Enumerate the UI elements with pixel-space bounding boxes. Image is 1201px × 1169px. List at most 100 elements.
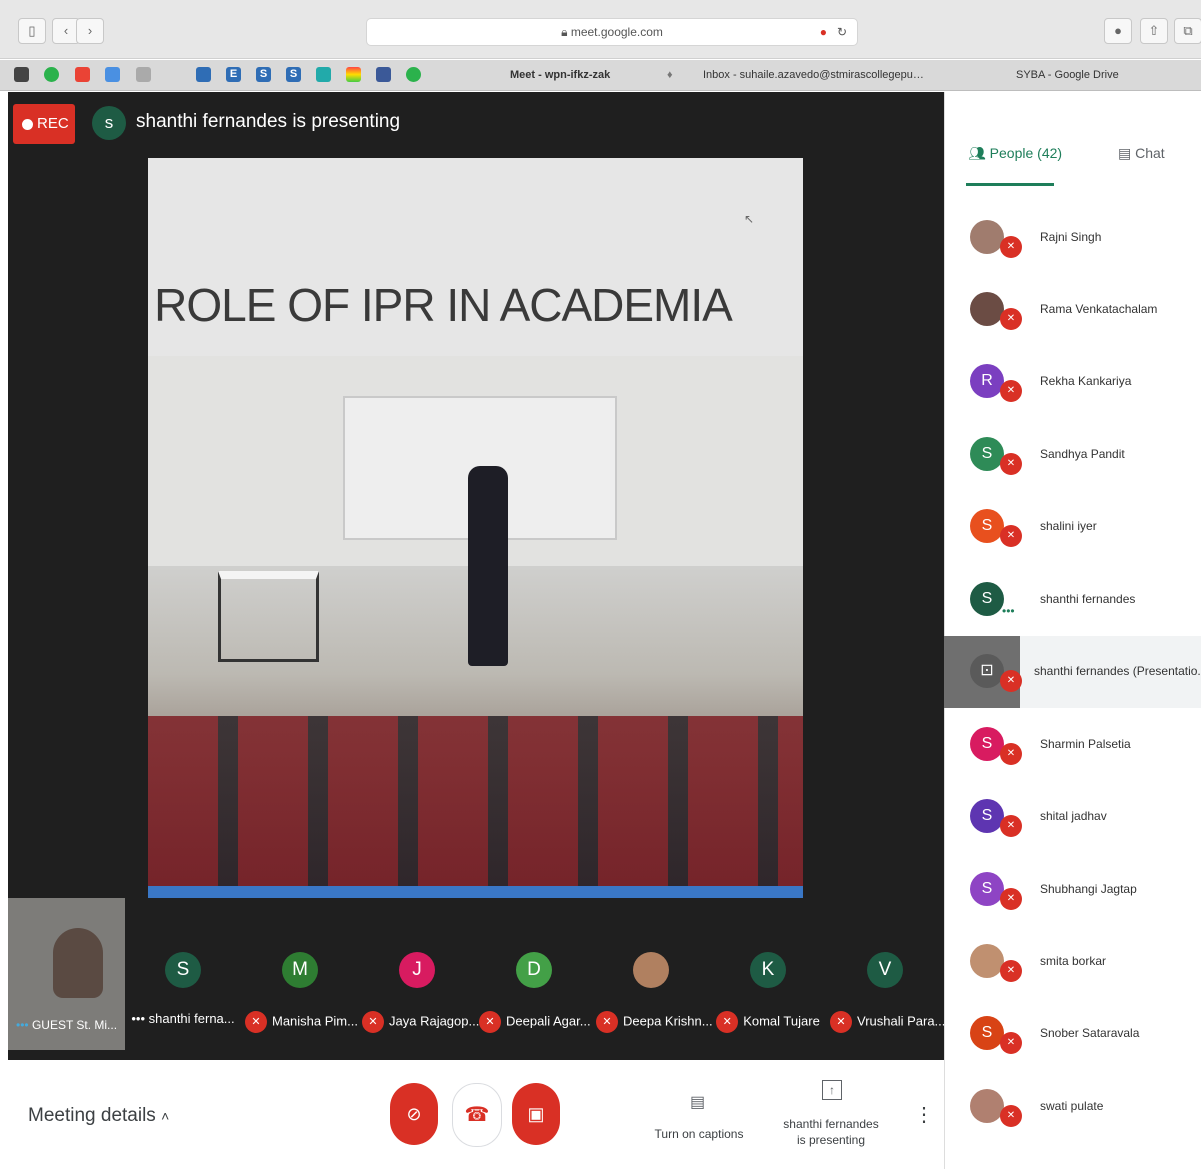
presentation-slide: ROLE OF IPR IN ACADEMIA xyxy=(148,158,803,898)
active-tab-indicator xyxy=(966,183,1054,186)
participant-name: Snober Sataravala xyxy=(1040,1026,1140,1040)
mic-off-icon: ✕ xyxy=(1000,743,1022,765)
hang-up-icon: ☎ xyxy=(464,1104,490,1126)
participant-tile[interactable]: K ✕ Komal Tujare xyxy=(713,952,823,1033)
meeting-details-button[interactable]: Meeting details ˄ xyxy=(28,1105,169,1127)
tab-people[interactable]: 👥︎ People (42) xyxy=(968,145,1062,162)
participant-name: Sharmin Palsetia xyxy=(1040,737,1131,751)
bookmark-icon[interactable] xyxy=(136,67,151,82)
share-icon[interactable]: ⇧ xyxy=(1140,18,1168,44)
participant-avatar: D xyxy=(516,952,552,988)
participant-tile[interactable]: M ✕ Manisha Pim... xyxy=(245,952,358,1033)
people-list-item[interactable]: ✕ Rama Venkatachalam xyxy=(944,274,1201,346)
participant-photo-avatar xyxy=(970,944,1004,978)
people-list-item[interactable]: S ••• shanthi fernandes xyxy=(944,564,1201,636)
people-list-item[interactable]: ✕ smita borkar xyxy=(944,926,1201,998)
people-icon: 👥︎ xyxy=(968,145,990,161)
mic-active-icon: ● xyxy=(819,25,827,39)
gmail-icon[interactable] xyxy=(75,67,90,82)
participant-avatar: J xyxy=(399,952,435,988)
desk xyxy=(218,571,319,662)
participant-avatar: M xyxy=(282,952,318,988)
participant-avatar: S xyxy=(970,727,1004,761)
recording-badge: REC xyxy=(13,104,75,144)
presenting-text: shanthi fernandes is presenting xyxy=(136,111,401,132)
sidebar-toggle-icon[interactable]: ▯ xyxy=(18,18,46,44)
participant-avatar: S xyxy=(970,799,1004,833)
mic-icon: ♦ xyxy=(667,69,673,81)
captions-icon: ▤ xyxy=(690,1094,706,1111)
reload-icon[interactable]: ↻ xyxy=(837,19,847,45)
people-list-item[interactable]: S ✕ Sharmin Palsetia xyxy=(944,709,1201,781)
bookmark-letter-icon[interactable]: E xyxy=(226,67,241,82)
cursor-icon: ↖ xyxy=(744,212,755,226)
participant-tile[interactable]: J ✕ Jaya Rajagop... xyxy=(362,952,479,1033)
participant-name: ✕ Manisha Pim... xyxy=(245,1011,358,1033)
address-bar[interactable]: 🔒︎ meet.google.com ● ↻ xyxy=(366,18,858,46)
mic-off-icon: ✕ xyxy=(1000,525,1022,547)
forward-icon[interactable]: › xyxy=(76,18,104,44)
participant-photo-avatar xyxy=(970,1089,1004,1123)
tab-inbox[interactable]: Inbox - suhaile.azavedo@stmirascollegepu… xyxy=(703,60,928,90)
presenting-button[interactable]: shanthi fernandes is presenting xyxy=(778,1116,884,1148)
participant-name: ✕ Deepa Krishn... xyxy=(596,1011,713,1033)
bookmark-icon[interactable] xyxy=(14,67,29,82)
more-options-icon[interactable]: ⋮ xyxy=(914,1102,934,1127)
address-text: meet.google.com xyxy=(570,25,663,39)
people-list-item[interactable]: S ✕ shital jadhav xyxy=(944,781,1201,853)
mic-off-icon: ✕ xyxy=(1000,236,1022,258)
bookmark-icon[interactable] xyxy=(346,67,361,82)
bookmark-icon[interactable] xyxy=(105,67,120,82)
people-list-item[interactable]: S ✕ Shubhangi Jagtap xyxy=(944,854,1201,926)
mic-off-icon: ✕ xyxy=(362,1011,384,1033)
mic-off-icon: ✕ xyxy=(716,1011,739,1033)
mic-off-icon: ✕ xyxy=(830,1011,852,1033)
tab-drive[interactable]: SYBA - Google Drive xyxy=(1016,60,1146,90)
participant-avatar: S xyxy=(970,437,1004,471)
bookmark-letter-icon[interactable]: S xyxy=(256,67,271,82)
mic-off-icon: ✕ xyxy=(245,1011,267,1033)
audience-seats xyxy=(148,716,803,886)
present-icon: ↑ xyxy=(822,1080,842,1100)
tab-meet[interactable]: Meet - wpn-ifkz-zak xyxy=(510,60,650,90)
speaker-figure xyxy=(468,466,508,666)
people-list-item[interactable]: S ✕ shalini iyer xyxy=(944,491,1201,563)
camera-toggle-button[interactable]: ▣ xyxy=(512,1083,560,1145)
extension-icon[interactable]: ● xyxy=(1104,18,1132,44)
bookmark-letter-icon[interactable]: S xyxy=(286,67,301,82)
tab-chat[interactable]: ▤ Chat xyxy=(1118,145,1165,162)
mic-off-icon: ✕ xyxy=(1000,960,1022,982)
participant-photo-avatar xyxy=(970,220,1004,254)
chat-icon: ▤ xyxy=(1118,145,1136,161)
more-icon[interactable]: ••• xyxy=(131,1011,148,1026)
whatsapp-icon[interactable] xyxy=(406,67,421,82)
tab-bar: E S S Meet - wpn-ifkz-zak ♦ Inbox - suha… xyxy=(0,60,1201,91)
participant-tile[interactable]: S ••• shanthi ferna... xyxy=(128,952,238,1026)
people-list-item[interactable]: ⊡ ✕ shanthi fernandes (Presentatio... xyxy=(944,636,1201,708)
mic-toggle-button[interactable]: ⊘ xyxy=(390,1083,438,1145)
participant-name: shital jadhav xyxy=(1040,809,1107,823)
more-icon[interactable]: ••• xyxy=(16,1018,32,1032)
tabs-icon[interactable]: ⧉ xyxy=(1174,18,1201,44)
people-list-item[interactable]: S ✕ Snober Sataravala xyxy=(944,998,1201,1070)
people-list-item[interactable]: ✕ Rajni Singh xyxy=(944,202,1201,274)
lecture-hall-photo xyxy=(148,356,803,886)
people-list-item[interactable]: R ✕ Rekha Kankariya xyxy=(944,346,1201,418)
mic-off-icon: ✕ xyxy=(479,1011,501,1033)
participant-avatar: S xyxy=(970,872,1004,906)
participant-tile[interactable]: D ✕ Deepali Agar... xyxy=(479,952,591,1033)
bookmark-icon[interactable] xyxy=(44,67,59,82)
leave-call-button[interactable]: ☎ xyxy=(452,1083,502,1147)
participant-name: Rekha Kankariya xyxy=(1040,374,1132,388)
facebook-icon[interactable] xyxy=(376,67,391,82)
bookmark-icon[interactable] xyxy=(196,67,211,82)
captions-button[interactable]: Turn on captions xyxy=(650,1126,748,1142)
people-list-item[interactable]: S ✕ Sandhya Pandit xyxy=(944,419,1201,491)
participant-name: ✕ Jaya Rajagop... xyxy=(362,1011,479,1033)
bookmark-icon[interactable] xyxy=(316,67,331,82)
people-list-item[interactable]: ✕ swati pulate xyxy=(944,1071,1201,1143)
participant-tile[interactable]: ✕ Deepa Krishn... xyxy=(596,952,713,1033)
self-video-tile[interactable]: ••• GUEST St. Mi... xyxy=(8,898,125,1050)
present-screen-icon: ⊡ xyxy=(970,654,1004,688)
participant-tile[interactable]: V ✕ Vrushali Para... xyxy=(830,952,945,1033)
